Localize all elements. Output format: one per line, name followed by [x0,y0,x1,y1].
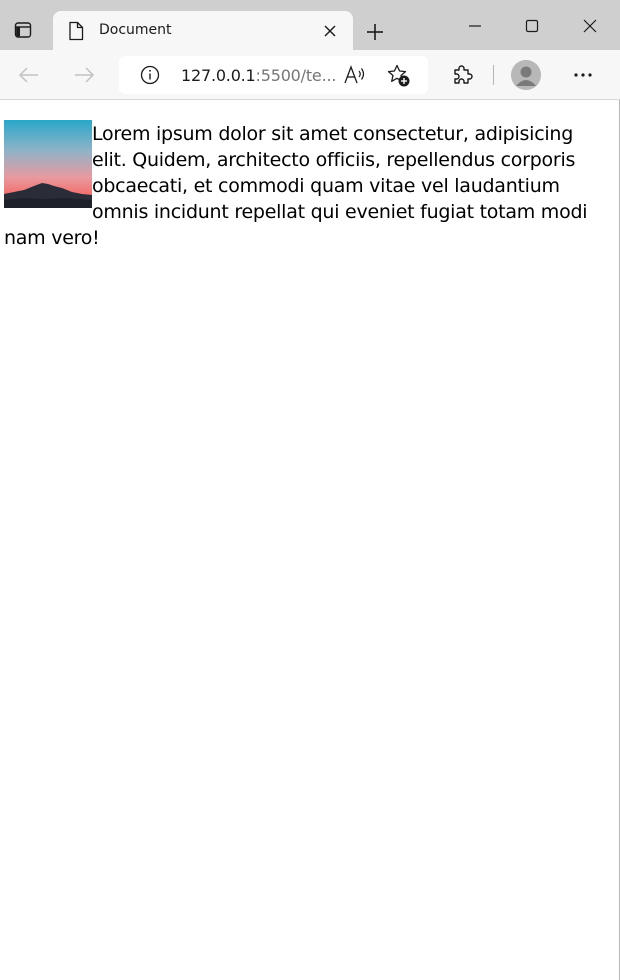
star-add-icon[interactable] [386,63,412,89]
tab-close-button[interactable] [321,22,339,40]
back-button[interactable] [14,61,44,89]
tab-actions-icon [14,22,32,38]
arrow-left-icon [18,67,38,83]
close-window-button[interactable] [570,8,610,44]
ellipsis-icon [574,73,592,77]
tab-actions-button[interactable] [6,14,40,46]
info-icon[interactable] [140,65,160,85]
close-icon [324,25,336,37]
close-icon [583,19,597,33]
url-host: 127.0.0.1 [181,66,256,85]
minimize-button[interactable] [455,8,495,44]
tab-document[interactable]: Document [53,11,353,50]
browser-toolbar: 127.0.0.1:5500/te... [0,50,620,100]
document-icon [69,21,84,41]
url-path: :5500/te... [255,66,337,85]
address-bar[interactable]: 127.0.0.1:5500/te... [119,56,428,94]
lorem-paragraph: Lorem ipsum dolor sit amet consectetur, … [4,123,588,249]
minimize-icon [469,25,481,27]
profile-button[interactable] [511,60,541,90]
user-avatar-icon [511,60,541,90]
landscape-photo [4,120,92,208]
title-bar: Document [0,0,620,50]
read-aloud-icon[interactable] [343,64,367,86]
forward-button[interactable] [69,61,99,89]
url-text[interactable]: 127.0.0.1:5500/te... [181,66,336,85]
toolbar-separator [493,65,494,85]
arrow-right-icon [75,67,95,83]
tab-title: Document [99,22,172,38]
more-options-button[interactable] [568,62,598,88]
maximize-icon [525,19,539,33]
puzzle-icon[interactable] [450,62,476,88]
page-content: Lorem ipsum dolor sit amet consectetur, … [4,120,608,251]
plus-icon [367,24,383,40]
browser-window: Document 127.0.0.1:5500/te... Lorem ipsu… [0,0,620,980]
new-tab-button[interactable] [360,17,390,47]
maximize-button[interactable] [512,8,552,44]
